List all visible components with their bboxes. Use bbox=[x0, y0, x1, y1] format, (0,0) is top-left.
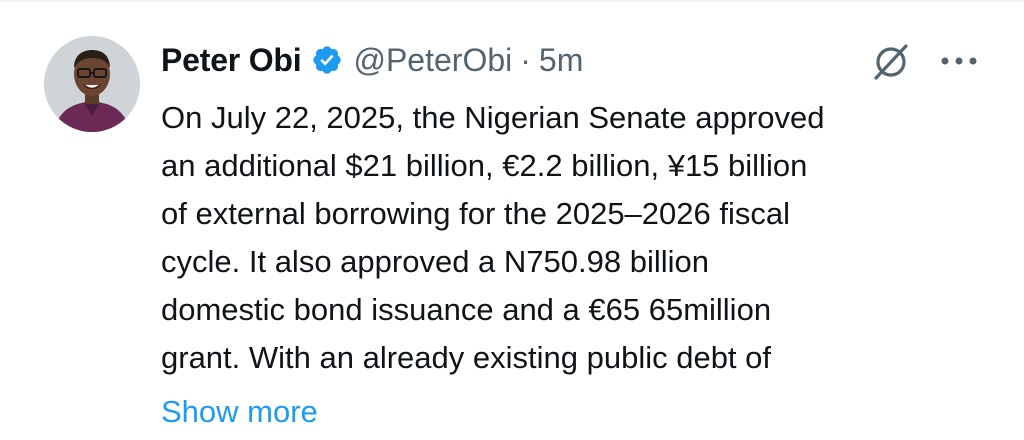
tweet-text-line: of external borrowing for the 2025–2026 … bbox=[161, 196, 791, 231]
author-handle[interactable]: @PeterObi bbox=[353, 42, 512, 79]
verified-badge-icon bbox=[311, 44, 343, 76]
top-divider bbox=[0, 0, 1024, 2]
tweet-text-line: On July 22, 2025, the Nigerian Senate ap… bbox=[161, 100, 825, 135]
grok-icon[interactable] bbox=[870, 40, 914, 84]
separator-dot: · bbox=[520, 41, 531, 78]
author-name[interactable]: Peter Obi bbox=[161, 42, 302, 79]
avatar[interactable] bbox=[44, 36, 140, 132]
tweet-timestamp[interactable]: 5m bbox=[539, 42, 583, 79]
tweet-header: Peter Obi @PeterObi · 5m bbox=[161, 38, 583, 82]
tweet-text-line: an additional $21 billion, €2.2 billion,… bbox=[161, 148, 808, 183]
avatar-image bbox=[44, 36, 140, 132]
tweet-text-line: domestic bond issuance and a €65 65milli… bbox=[161, 292, 772, 327]
tweet-text-line: grant. With an already existing public d… bbox=[161, 340, 772, 375]
tweet-text-line: cycle. It also approved a N750.98 billio… bbox=[161, 244, 709, 279]
tweet-text: On July 22, 2025, the Nigerian Senate ap… bbox=[161, 94, 981, 382]
more-options-icon[interactable] bbox=[940, 54, 978, 66]
show-more-link[interactable]: Show more bbox=[161, 388, 318, 436]
